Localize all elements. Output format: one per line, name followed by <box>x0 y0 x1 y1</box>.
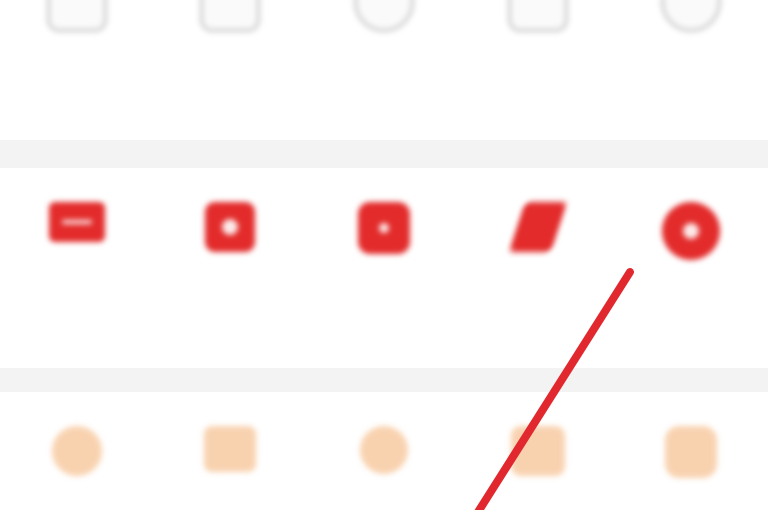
outline-circle-icon <box>353 0 414 32</box>
bag-icon <box>205 202 256 252</box>
search-icon <box>359 426 408 474</box>
people-icon <box>204 426 257 472</box>
tools-row-2 <box>0 168 768 368</box>
outline-box-icon <box>507 0 568 32</box>
outline-box-icon <box>46 0 107 32</box>
section-divider <box>0 368 768 392</box>
mail-icon <box>48 202 105 242</box>
section-divider <box>0 140 768 168</box>
grid-item[interactable] <box>468 426 608 518</box>
tools-row-1 <box>0 0 768 140</box>
grid-item[interactable] <box>160 426 300 518</box>
play-circle-icon <box>662 202 721 260</box>
grid-item[interactable] <box>621 202 761 298</box>
search-icon <box>51 426 102 476</box>
grid-item[interactable] <box>314 0 454 72</box>
shop-icon <box>357 202 410 254</box>
grid-item[interactable] <box>160 202 300 298</box>
outline-circle-icon <box>661 0 722 32</box>
grid-item[interactable] <box>7 202 147 298</box>
card-icon <box>510 426 565 476</box>
grid-item[interactable] <box>7 426 147 518</box>
grid-item[interactable] <box>314 202 454 298</box>
shop-icon <box>665 426 718 478</box>
grid-item[interactable] <box>621 0 761 72</box>
outline-box-icon <box>200 0 261 32</box>
grid-item[interactable] <box>160 0 300 72</box>
grid-item[interactable] <box>7 0 147 72</box>
grid-item[interactable] <box>621 426 761 518</box>
grid-item[interactable] <box>468 0 608 72</box>
tag-icon <box>508 202 567 252</box>
grid-item[interactable] <box>314 426 454 518</box>
grid-item[interactable] <box>468 202 608 298</box>
tools-row-3 <box>0 392 768 522</box>
